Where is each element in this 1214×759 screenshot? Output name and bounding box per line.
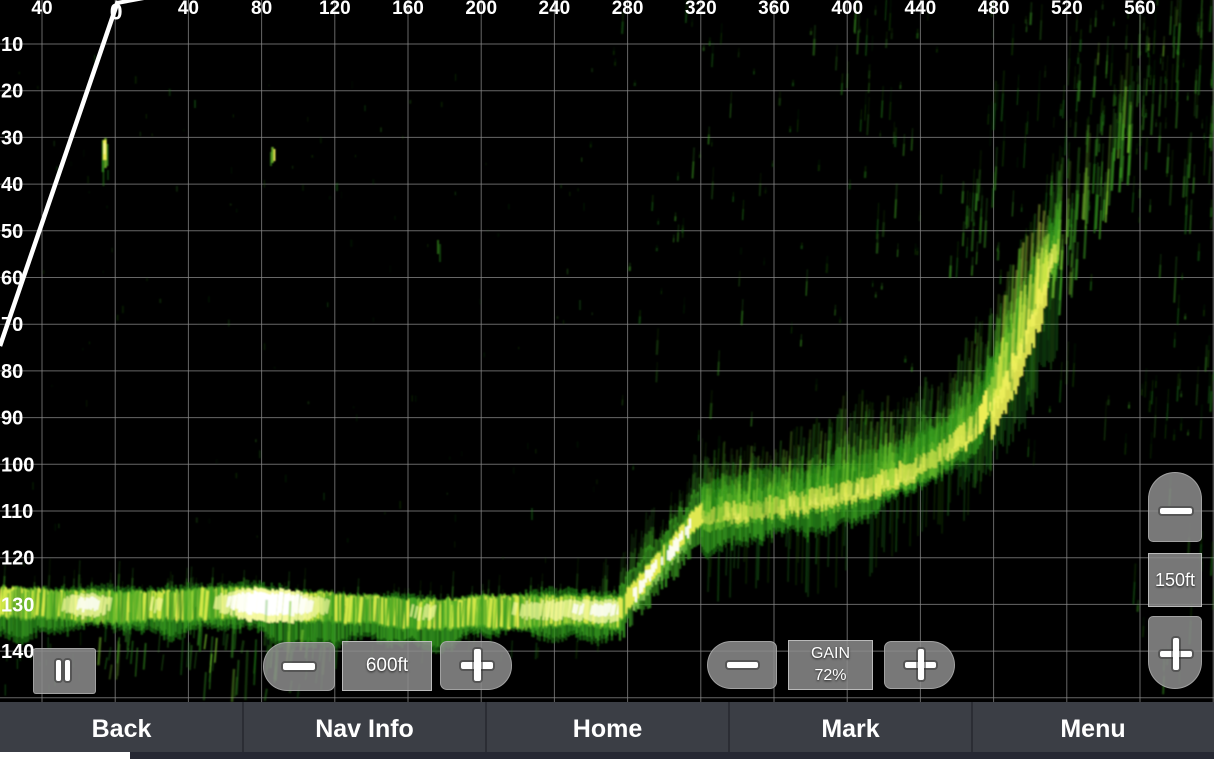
- svg-text:140: 140: [1, 641, 34, 663]
- svg-text:30: 30: [1, 127, 23, 149]
- svg-text:50: 50: [1, 221, 23, 243]
- svg-text:200: 200: [465, 0, 497, 19]
- svg-text:440: 440: [905, 0, 937, 19]
- svg-text:110: 110: [1, 501, 33, 523]
- svg-text:480: 480: [978, 0, 1010, 19]
- svg-text:130: 130: [1, 594, 34, 616]
- svg-text:400: 400: [831, 0, 863, 19]
- svg-text:520: 520: [1051, 0, 1083, 19]
- svg-text:40: 40: [1, 174, 23, 196]
- svg-text:90: 90: [1, 408, 23, 430]
- svg-text:160: 160: [392, 0, 424, 19]
- svg-text:60: 60: [1, 268, 23, 290]
- svg-text:560: 560: [1124, 0, 1156, 19]
- svg-text:240: 240: [539, 0, 571, 19]
- svg-text:120: 120: [1, 548, 34, 570]
- svg-text:40: 40: [31, 0, 52, 19]
- svg-text:120: 120: [319, 0, 351, 19]
- svg-text:80: 80: [1, 361, 23, 383]
- svg-text:10: 10: [1, 34, 23, 56]
- svg-text:280: 280: [612, 0, 644, 19]
- svg-text:100: 100: [1, 454, 34, 476]
- svg-text:70: 70: [1, 314, 23, 336]
- svg-text:40: 40: [178, 0, 199, 19]
- svg-text:320: 320: [685, 0, 717, 19]
- svg-text:360: 360: [758, 0, 790, 19]
- svg-text:0: 0: [110, 0, 123, 25]
- svg-text:80: 80: [251, 0, 272, 19]
- svg-text:20: 20: [1, 81, 23, 103]
